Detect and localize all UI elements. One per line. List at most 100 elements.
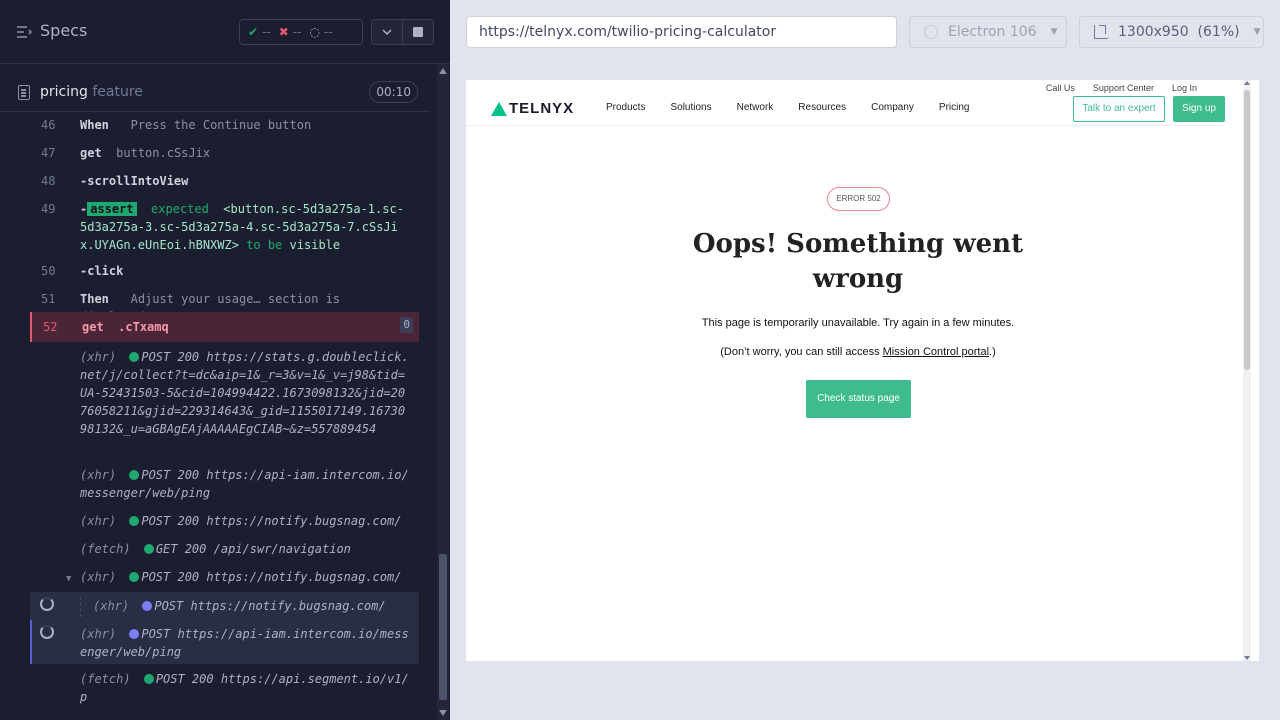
assert-badge: assert (87, 202, 137, 216)
request-row[interactable]: (fetch) GET 200 /api/swr/navigation (30, 540, 419, 558)
request-url: /api/swr/navigation (213, 542, 351, 556)
command-keyword: get (82, 320, 104, 334)
status-dot-icon (129, 470, 140, 480)
sign-up-button[interactable]: Sign up (1173, 96, 1225, 122)
log-in-link[interactable]: Log In (1172, 83, 1197, 93)
command-keyword: When (80, 118, 109, 132)
passed-count: -- (262, 25, 271, 39)
request-type: (fetch) (80, 672, 131, 686)
talk-to-expert-button[interactable]: Talk to an expert (1073, 96, 1165, 122)
electron-icon (924, 25, 938, 39)
request-type: (xhr) (93, 599, 130, 613)
command-list: 46 When Press the Continue button 47 get… (30, 112, 419, 712)
request-url: https://notify.bugsnag.com/ (206, 570, 402, 584)
command-body: -click (80, 262, 411, 280)
status-dot-icon (129, 352, 140, 362)
request-body: (xhr) POST https://notify.bugsnag.com/ (93, 597, 411, 615)
command-message: button.cSsJix (116, 146, 211, 160)
scroll-thumb[interactable] (1244, 90, 1250, 370)
command-row[interactable]: 46 When Press the Continue button (30, 116, 419, 134)
chevron-down-icon: ▼ (1050, 27, 1058, 37)
loading-spinner-icon (40, 597, 54, 611)
browser-label: Electron 106 (948, 24, 1037, 40)
command-body: get button.cSsJix (80, 144, 411, 162)
request-type: (fetch) (80, 542, 131, 556)
request-body: (xhr) POST 200 https://stats.g.doublecli… (80, 348, 411, 438)
request-row[interactable]: (fetch) POST 200 https://api.segment.io/… (30, 670, 419, 706)
iframe-scrollbar[interactable] (1243, 80, 1251, 661)
collapse-button[interactable] (371, 19, 403, 45)
spec-file-row[interactable]: pricing feature 00:10 (0, 72, 430, 112)
check-icon: ✔ (248, 25, 259, 39)
request-type: (xhr) (80, 627, 117, 641)
request-row-pending[interactable]: (xhr) POST https://api-iam.intercom.io/m… (30, 620, 419, 664)
request-url: https://notify.bugsnag.com/ (206, 514, 402, 528)
site-header: Call Us Support Center Log In TELNYX Pro… (466, 80, 1225, 126)
command-log-panel: Specs ✔ -- ✖ -- ◌ -- pricing feature 00:10 … (0, 0, 450, 720)
status-dot-icon (129, 516, 140, 526)
command-log-scrollbar[interactable] (437, 64, 449, 720)
scroll-down-icon[interactable] (1244, 656, 1250, 660)
specs-title: Specs (40, 21, 88, 40)
request-row[interactable]: (xhr) POST 200 https://stats.g.doublecli… (30, 348, 419, 448)
request-row[interactable]: (xhr) POST 200 https://notify.bugsnag.co… (30, 512, 419, 530)
utility-nav: Call Us Support Center Log In (1046, 83, 1197, 93)
command-body: When Press the Continue button (80, 116, 411, 134)
chevron-down-icon (382, 29, 392, 35)
viewport-label: 1300x950 (61%) (1118, 24, 1240, 40)
viewport-selector[interactable]: 1300x950 (61%) ▼ (1079, 16, 1264, 48)
nav-pricing[interactable]: Pricing (939, 102, 970, 113)
command-row[interactable]: 50 -click (30, 262, 419, 280)
request-body: (fetch) GET 200 /api/swr/navigation (80, 540, 411, 558)
request-row-expandable[interactable]: ▼ (xhr) POST 200 https://notify.bugsnag.… (30, 568, 419, 586)
scroll-up-icon[interactable] (439, 68, 447, 74)
error-secondary-suffix: .) (989, 346, 996, 358)
command-number: 52 (43, 320, 58, 334)
nav-resources[interactable]: Resources (798, 102, 846, 113)
x-icon: ✖ (278, 25, 289, 39)
support-center-link[interactable]: Support Center (1093, 83, 1154, 93)
command-row[interactable]: 47 get button.cSsJix (30, 144, 419, 162)
request-status: POST (141, 627, 171, 641)
telnyx-logo[interactable]: TELNYX (491, 100, 574, 117)
request-url: https://stats.g.doubleclick.net/j/collec… (80, 350, 409, 436)
command-row[interactable]: 51 Then Adjust your usage… section is di… (30, 290, 419, 324)
nav-network[interactable]: Network (737, 102, 774, 113)
command-body: - assert expected <button.sc-5d3a275a-1.s… (80, 200, 411, 254)
call-us-link[interactable]: Call Us (1046, 83, 1075, 93)
scroll-up-icon[interactable] (1244, 81, 1250, 85)
request-status: POST 200 (155, 672, 214, 686)
error-title: Oops! Something went wrong (692, 229, 1024, 294)
request-body: (xhr) POST 200 https://notify.bugsnag.co… (80, 568, 411, 586)
command-row-failed[interactable]: 52 get .cTxamq 0 (30, 312, 419, 342)
error-message: This page is temporarily unavailable. Tr… (701, 317, 1015, 329)
check-status-button[interactable]: Check status page (806, 380, 911, 418)
nav-products[interactable]: Products (606, 102, 645, 113)
specs-list-icon[interactable] (16, 24, 32, 40)
scroll-down-icon[interactable] (439, 710, 447, 716)
error-code-badge: ERROR 502 (827, 187, 890, 211)
mission-control-link[interactable]: Mission Control portal (883, 346, 989, 358)
request-row[interactable]: (xhr) POST 200 https://api-iam.intercom.… (30, 466, 419, 502)
request-type: (xhr) (80, 570, 117, 584)
status-dot-icon (142, 601, 153, 611)
command-message: .cTxamq (118, 320, 169, 334)
command-number: 51 (41, 292, 56, 306)
scroll-thumb[interactable] (439, 554, 447, 700)
reporter-header: Specs ✔ -- ✖ -- ◌ -- (0, 0, 450, 64)
nav-solutions[interactable]: Solutions (670, 102, 711, 113)
command-number: 47 (41, 146, 56, 160)
request-row-pending[interactable]: (xhr) POST https://notify.bugsnag.com/ (30, 592, 419, 620)
command-number: 49 (41, 202, 56, 216)
command-row[interactable]: 48 -scrollIntoView (30, 172, 419, 190)
assert-value: visible (289, 238, 341, 252)
chevron-down-icon[interactable]: ▼ (66, 570, 71, 588)
request-body: (xhr) POST 200 https://notify.bugsnag.co… (80, 512, 411, 530)
status-dot-icon (143, 674, 154, 684)
stop-button[interactable] (402, 19, 434, 45)
url-bar[interactable]: https://telnyx.com/twilio-pricing-calcul… (466, 16, 897, 48)
command-row[interactable]: 49 - assert expected <button.sc-5d3a275a-… (30, 200, 419, 254)
element-count-badge: 0 (400, 317, 413, 333)
browser-selector[interactable]: Electron 106 ▼ (909, 16, 1067, 48)
nav-company[interactable]: Company (871, 102, 914, 113)
